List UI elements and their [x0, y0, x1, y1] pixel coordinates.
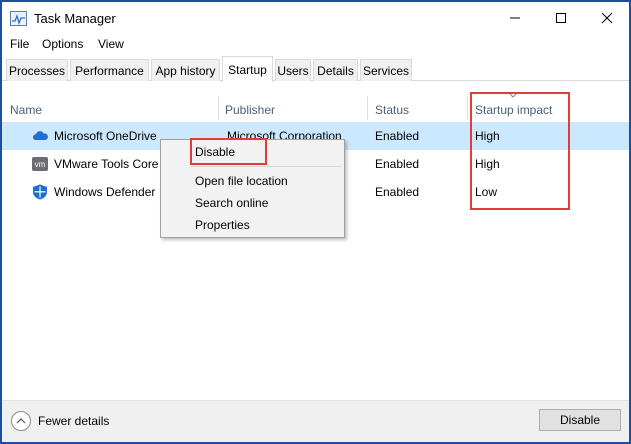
tab-app-history[interactable]: App history — [151, 59, 220, 81]
row-status: Enabled — [375, 157, 420, 171]
row-name: Microsoft OneDrive — [54, 129, 157, 143]
menu-bar: File Options View — [2, 35, 629, 55]
menu-item-search-online[interactable]: Search online — [195, 196, 268, 210]
fewer-details-link[interactable]: Fewer details — [38, 414, 109, 428]
task-manager-icon — [10, 11, 27, 26]
menu-view[interactable]: View — [98, 37, 124, 51]
menu-item-properties[interactable]: Properties — [195, 218, 250, 232]
task-manager-window: Task Manager File Options View Processes… — [0, 0, 631, 444]
column-divider[interactable] — [218, 96, 219, 120]
minimize-icon — [510, 17, 520, 19]
window-title: Task Manager — [34, 11, 116, 26]
minimize-button[interactable] — [492, 2, 538, 34]
menu-separator — [191, 166, 341, 167]
column-divider[interactable] — [367, 96, 368, 120]
column-divider[interactable] — [467, 96, 468, 120]
close-icon — [601, 12, 613, 24]
row-status: Enabled — [375, 129, 420, 143]
row-status: Enabled — [375, 185, 420, 199]
column-status[interactable]: Status — [375, 103, 409, 117]
maximize-icon — [556, 13, 566, 23]
footer-bar: Fewer details Disable — [2, 400, 629, 442]
tab-startup[interactable]: Startup — [222, 56, 273, 82]
windows-defender-icon — [33, 184, 47, 200]
row-name: Windows Defender — [54, 185, 156, 199]
onedrive-icon — [33, 131, 48, 140]
close-button[interactable] — [584, 2, 630, 34]
tab-services[interactable]: Services — [360, 59, 412, 81]
tab-performance[interactable]: Performance — [70, 59, 149, 81]
menu-file[interactable]: File — [10, 37, 29, 51]
chevron-up-icon — [16, 418, 26, 424]
fewer-details-button[interactable] — [11, 411, 31, 431]
title-bar[interactable]: Task Manager — [2, 2, 629, 34]
svg-text:vm: vm — [35, 160, 46, 169]
column-publisher[interactable]: Publisher — [225, 103, 275, 117]
tab-users[interactable]: Users — [275, 59, 311, 81]
row-name: VMware Tools Core — [54, 157, 159, 171]
context-menu: Disable Open file location Search online… — [160, 138, 345, 238]
disable-button[interactable]: Disable — [539, 409, 621, 431]
menu-item-open-file-location[interactable]: Open file location — [195, 174, 288, 188]
tab-details[interactable]: Details — [313, 59, 358, 81]
tab-bar: Processes Performance App history Startu… — [2, 56, 629, 82]
disable-highlight — [190, 138, 267, 165]
tab-processes[interactable]: Processes — [6, 59, 68, 81]
column-name[interactable]: Name — [10, 103, 42, 117]
startup-impact-highlight — [470, 92, 570, 210]
vmware-icon: vm — [32, 157, 48, 171]
menu-options[interactable]: Options — [42, 37, 83, 51]
startup-list: Name Publisher Status Startup impact Mic… — [2, 82, 629, 400]
maximize-button[interactable] — [538, 2, 584, 34]
